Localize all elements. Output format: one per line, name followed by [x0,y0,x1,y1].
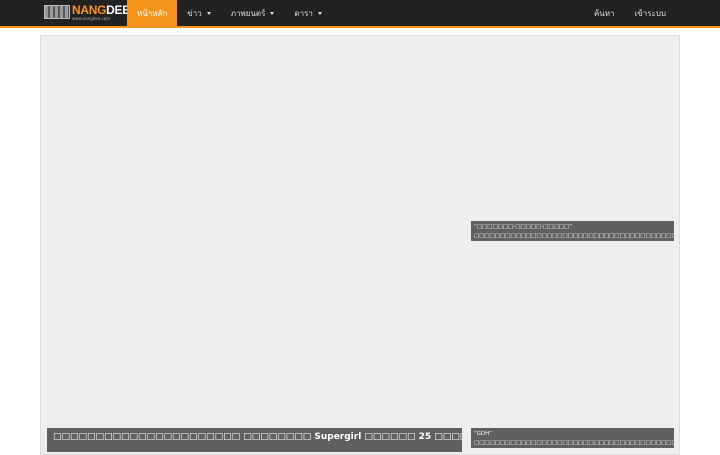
nav-stars-label: ดารา [294,8,313,18]
user-menu: ค้นหา เข้าระบบ [584,0,676,26]
top-navbar: NANGDEE www.nangdee.com หน้าหลัก ข่าว ภา… [0,0,720,28]
nav-movies-dropdown[interactable]: ภาพยนตร์ [221,0,285,26]
logo-text: NANGDEE [72,3,130,17]
main-news-caption[interactable]: □□□□□□□□□□□□□□□□□□□□□□ □□□□□□□□ Supergir… [47,428,462,452]
side-news-caption-1[interactable]: “□□□□□□□-□□□□□-□□□□□” □□□□□□□□□□□□□□□□□□… [471,221,674,241]
nav-movies-label: ภาพยนตร์ [230,8,266,18]
nav-news-label: ข่าว [187,8,202,18]
nav-login-label: เข้าระบบ [634,8,666,18]
nav-home[interactable]: หน้าหลัก [127,0,178,26]
side-news-caption-2[interactable]: “GDH” □□□□□□□□□□□□□□□□□□□□□□□□□□□□□□□□□□… [471,428,674,448]
featured-slider[interactable]: “□□□□□□□-□□□□□-□□□□□” □□□□□□□□□□□□□□□□□□… [40,35,680,455]
nav-search-label: ค้นหา [593,8,615,18]
caret-down-icon [270,11,275,15]
nav-home-label: หน้าหลัก [137,8,168,18]
side-news-caption-1-text: “□□□□□□□-□□□□□-□□□□□” □□□□□□□□□□□□□□□□□□… [474,224,674,239]
nav-login[interactable]: เข้าระบบ [625,0,676,26]
nav-search[interactable]: ค้นหา [584,0,625,26]
nav-stars-dropdown[interactable]: ดารา [284,0,331,26]
main-menu: หน้าหลัก ข่าว ภาพยนตร์ ดารา [127,0,332,26]
caret-down-icon [206,11,211,15]
main-news-caption-text: □□□□□□□□□□□□□□□□□□□□□□ □□□□□□□□ Supergir… [53,432,462,442]
logo-tagline: www.nangdee.com [72,16,111,21]
side-news-caption-2-text: “GDH” □□□□□□□□□□□□□□□□□□□□□□□□□□□□□□□□□□… [474,431,674,446]
nav-news-dropdown[interactable]: ข่าว [177,0,220,26]
caret-down-icon [317,11,322,15]
site-logo[interactable]: NANGDEE www.nangdee.com [44,3,130,22]
film-strip-icon [44,5,70,19]
